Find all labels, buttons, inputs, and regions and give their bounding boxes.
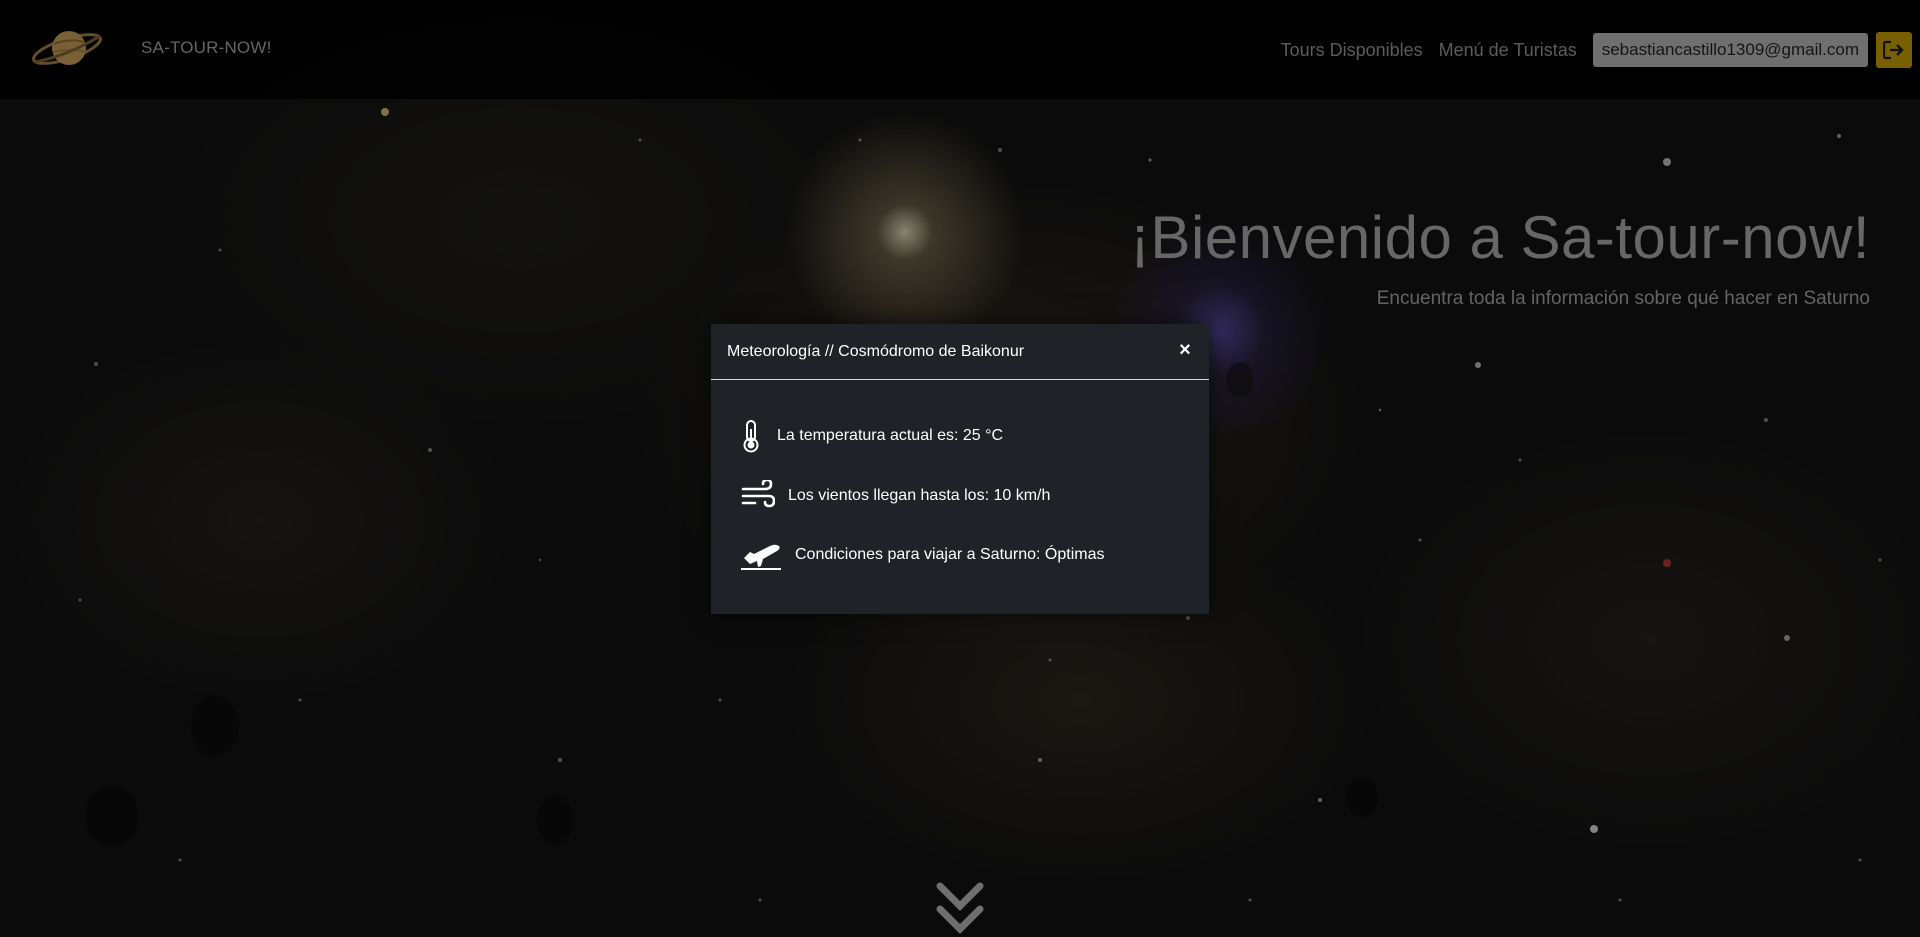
thermometer-icon bbox=[743, 420, 759, 453]
modal-title: Meteorología // Cosmódromo de Baikonur bbox=[727, 343, 1025, 360]
wind-text: Los vientos llegan hasta los: 10 km/h bbox=[788, 487, 1051, 504]
temperature-row: La temperatura actual es: 25 °C bbox=[741, 419, 1003, 453]
weather-modal: Meteorología // Cosmódromo de Baikonur ×… bbox=[711, 324, 1209, 614]
modal-header: Meteorología // Cosmódromo de Baikonur × bbox=[711, 324, 1209, 380]
travel-conditions-row: Condiciones para viajar a Saturno: Óptim… bbox=[741, 540, 1105, 570]
plane-departure-icon bbox=[741, 544, 781, 570]
travel-conditions-text: Condiciones para viajar a Saturno: Óptim… bbox=[795, 546, 1105, 563]
page: SA-TOUR-NOW! Tours Disponibles Menú de T… bbox=[0, 0, 1920, 937]
wind-icon bbox=[741, 480, 775, 508]
temperature-text: La temperatura actual es: 25 °C bbox=[777, 427, 1004, 444]
wind-row: Los vientos llegan hasta los: 10 km/h bbox=[741, 480, 1050, 512]
close-button[interactable]: × bbox=[1173, 338, 1197, 362]
